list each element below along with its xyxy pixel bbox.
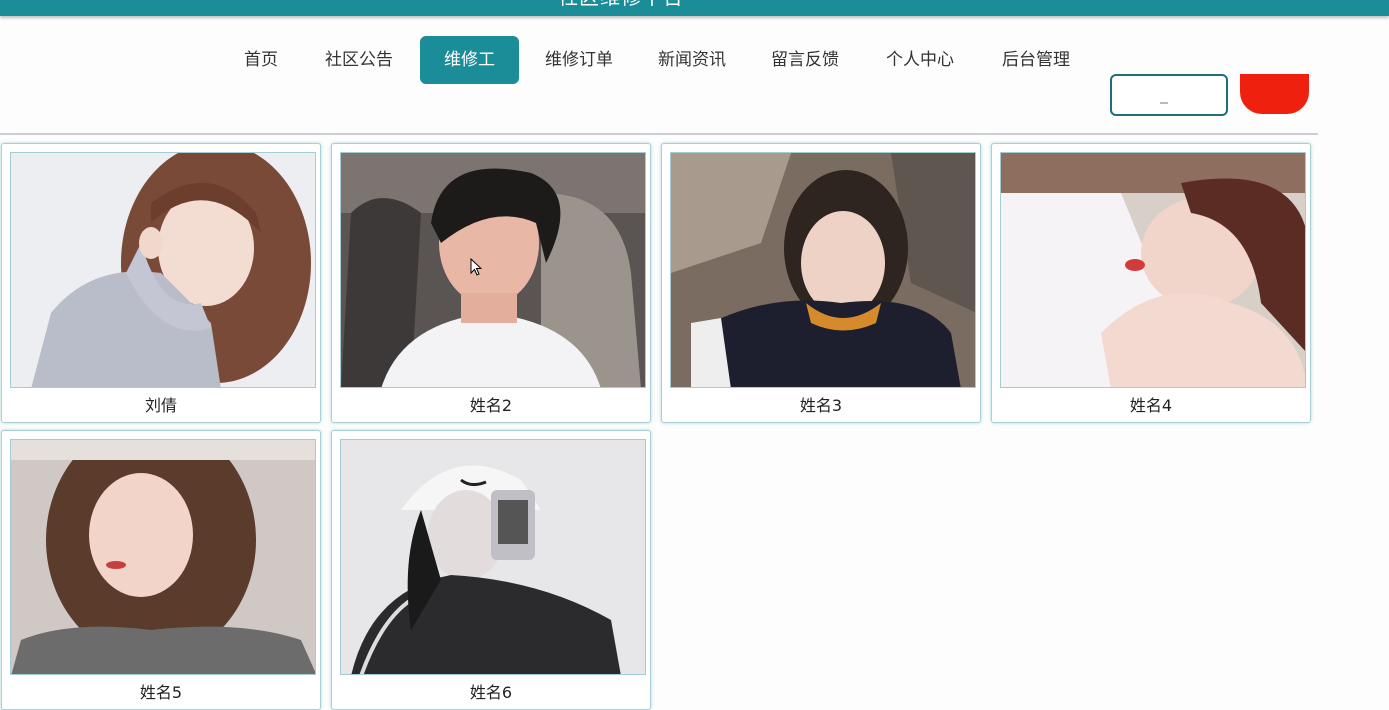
worker-photo[interactable] xyxy=(340,152,646,388)
worker-name: 姓名5 xyxy=(139,683,183,702)
worker-photo[interactable] xyxy=(1000,152,1306,388)
nav-item-news[interactable]: 新闻资讯 xyxy=(650,36,734,84)
nav-item-user-center[interactable]: 个人中心 xyxy=(878,36,962,84)
search-button[interactable] xyxy=(1240,74,1309,114)
worker-photo[interactable] xyxy=(10,152,316,388)
nav-item-home[interactable]: 首页 xyxy=(232,36,290,84)
nav-item-announcements[interactable]: 社区公告 xyxy=(317,36,401,84)
divider xyxy=(0,133,1318,135)
search-input[interactable] xyxy=(1110,74,1228,116)
worker-card[interactable]: 姓名2 xyxy=(331,143,651,423)
site-title: 社区维修平台 xyxy=(558,0,684,10)
nav-item-repair-orders[interactable]: 维修订单 xyxy=(537,36,621,84)
worker-card[interactable]: 姓名6 xyxy=(331,430,651,710)
worker-name: 姓名6 xyxy=(469,683,513,702)
top-header-bar: 社区维修平台 xyxy=(0,0,1389,16)
nav-item-feedback[interactable]: 留言反馈 xyxy=(763,36,847,84)
worker-card[interactable]: 刘倩 xyxy=(1,143,321,423)
worker-name: 刘倩 xyxy=(144,396,177,415)
worker-name: 姓名4 xyxy=(1129,396,1173,415)
worker-card[interactable]: 姓名3 xyxy=(661,143,981,423)
worker-photo[interactable] xyxy=(670,152,976,388)
worker-name: 姓名2 xyxy=(469,396,513,415)
nav-item-admin[interactable]: 后台管理 xyxy=(994,36,1078,84)
worker-photo[interactable] xyxy=(10,439,316,675)
worker-photo[interactable] xyxy=(340,439,646,675)
worker-name: 姓名3 xyxy=(799,396,843,415)
worker-card[interactable]: 姓名5 xyxy=(1,430,321,710)
worker-card[interactable]: 姓名4 xyxy=(991,143,1311,423)
nav-item-repair-workers[interactable]: 维修工 xyxy=(420,36,519,84)
